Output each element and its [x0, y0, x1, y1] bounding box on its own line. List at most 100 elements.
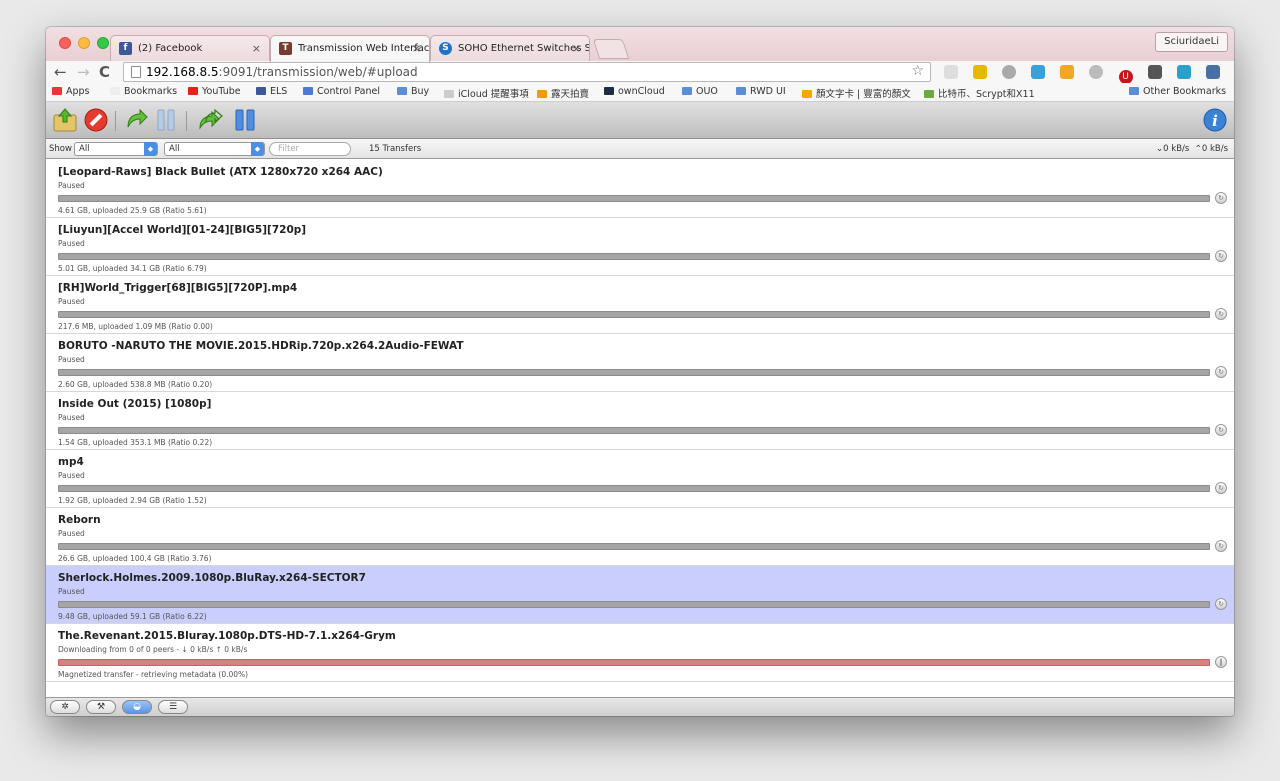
torrent-row[interactable]: Inside Out (2015) [1080p] Paused ↻ 1.54 GB,… — [46, 392, 1234, 450]
bookmarks-bar: Apps Bookmarks YouTube ELS Control Panel… — [46, 83, 1234, 102]
bookmark-bitcoin[interactable]: 比特币、Scrypt和X11 — [924, 86, 1035, 100]
resume-all-icon[interactable] — [198, 107, 224, 133]
bookmark-star-icon[interactable]: ☆ — [911, 63, 924, 79]
resume-icon[interactable]: ↻ — [1215, 482, 1227, 494]
torrent-row[interactable]: [Liuyun][Accel World][01-24][BIG5][720p]… — [46, 218, 1234, 276]
icloud-icon — [444, 90, 454, 98]
progress-bar — [58, 485, 1210, 492]
bookmark-control-panel[interactable]: Control Panel — [303, 86, 380, 97]
resume-icon[interactable]: ↻ — [1215, 598, 1227, 610]
ruten-icon — [537, 90, 547, 98]
resume-icon[interactable]: ↻ — [1215, 366, 1227, 378]
pause-selected-icon[interactable] — [153, 107, 179, 133]
address-bar[interactable]: 192.168.8.5:9091/transmission/web/#uploa… — [123, 62, 931, 82]
bookmark-rwd-ui[interactable]: RWD UI — [736, 86, 786, 97]
torrent-row[interactable]: Reborn Paused ↻ 26.6 GB, uploaded 100.4 GB … — [46, 508, 1234, 566]
transfer-count: 15 Transfers — [369, 144, 422, 154]
close-icon[interactable]: × — [412, 42, 421, 55]
new-tab-button[interactable] — [592, 39, 630, 59]
torrent-name: BORUTO -NARUTO THE MOVIE.2015.HDRip.720p… — [58, 340, 464, 352]
bookmark-ouo[interactable]: OUO — [682, 86, 718, 97]
bookmark-icloud[interactable]: iCloud 提醒事項 — [444, 86, 529, 100]
open-torrent-icon[interactable] — [52, 107, 78, 133]
ublock-icon[interactable]: U — [1118, 70, 1133, 84]
torrent-row[interactable]: BORUTO -NARUTO THE MOVIE.2015.HDRip.720p… — [46, 334, 1234, 392]
browser-window: f (2) Facebook × T Transmission Web Inte… — [46, 27, 1234, 716]
extension-icon[interactable] — [973, 65, 988, 79]
reload-icon[interactable]: C — [99, 63, 110, 81]
bookmark-owncloud[interactable]: ownCloud — [604, 86, 665, 97]
close-icon[interactable]: × — [572, 42, 581, 55]
extension-icon[interactable] — [1176, 65, 1191, 79]
extension-icon[interactable] — [1089, 65, 1104, 79]
turtle-mode-icon[interactable]: ◒ — [122, 700, 152, 714]
forward-icon[interactable]: → — [77, 63, 90, 81]
filter-input[interactable]: Filter — [269, 142, 351, 156]
tab-facebook[interactable]: f (2) Facebook × — [110, 35, 270, 61]
upload-arrow-icon: ⌃ — [1194, 144, 1202, 154]
torrent-status: Paused — [58, 239, 85, 248]
bookmark-apps[interactable]: Apps — [52, 86, 90, 97]
bookmark-ruten[interactable]: 露天拍賣 — [537, 86, 589, 100]
bookmark-youtube[interactable]: YouTube — [188, 86, 241, 97]
bookmark-bookmarks[interactable]: Bookmarks — [110, 86, 177, 97]
bottom-bar: ✲ ⚒ ◒ ☰ — [46, 697, 1234, 716]
torrent-info: 9.48 GB, uploaded 59.1 GB (Ratio 6.22) — [58, 612, 207, 621]
torrent-name: Sherlock.Holmes.2009.1080p.BluRay.x264-S… — [58, 572, 366, 584]
tab-soho[interactable]: S SOHO Ethernet Switches S × — [430, 35, 590, 61]
extension-icon[interactable] — [1031, 65, 1046, 79]
preferences-wrench-icon[interactable]: ⚒ — [86, 700, 116, 714]
extension-icon[interactable] — [1147, 65, 1162, 79]
compact-view-icon[interactable]: ☰ — [158, 700, 188, 714]
torrent-row[interactable]: The.Revenant.2015.Bluray.1080p.DTS-HD-7.… — [46, 624, 1234, 682]
resume-icon[interactable]: ↻ — [1215, 250, 1227, 262]
bookmark-kaomoji[interactable]: 顏文字卡 | 豐富的顏文 — [802, 86, 911, 100]
url-host: 192.168.8.5 — [146, 65, 219, 79]
extension-icon[interactable] — [944, 65, 958, 79]
torrent-row[interactable]: mp4 Paused ↻ 1.92 GB, uploaded 2.94 GB (Rat… — [46, 450, 1234, 508]
torrent-name: [Leopard-Raws] Black Bullet (ATX 1280x72… — [58, 166, 383, 178]
bookmark-other[interactable]: Other Bookmarks — [1129, 86, 1226, 97]
resume-selected-icon[interactable] — [124, 107, 150, 133]
pause-all-icon[interactable] — [232, 107, 258, 133]
close-icon[interactable]: × — [252, 42, 261, 55]
bookmark-els[interactable]: ELS — [256, 86, 287, 97]
zoom-window-button[interactable] — [97, 37, 109, 49]
torrent-info: 26.6 GB, uploaded 100.4 GB (Ratio 3.76) — [58, 554, 212, 563]
remove-torrent-icon[interactable] — [83, 107, 109, 133]
tab-transmission[interactable]: T Transmission Web Interface × — [270, 35, 430, 62]
camera-icon[interactable] — [1205, 65, 1220, 79]
progress-bar — [58, 311, 1210, 318]
facebook-icon — [256, 87, 266, 95]
torrent-row[interactable]: [RH]World_Trigger[68][BIG5][720P].mp4 Pau… — [46, 276, 1234, 334]
bookmark-buy[interactable]: Buy — [397, 86, 429, 97]
kaomoji-icon — [802, 90, 812, 98]
back-icon[interactable]: ← — [54, 63, 67, 81]
tab-label: SOHO Ethernet Switches S — [458, 43, 590, 54]
torrent-row[interactable]: [Leopard-Raws] Black Bullet (ATX 1280x72… — [46, 160, 1234, 218]
torrent-info: Magnetized transfer - retrieving metadat… — [58, 670, 249, 679]
folder-icon — [682, 87, 692, 95]
toolbar-separator — [186, 111, 187, 131]
transmission-toolbar: i — [46, 102, 1234, 139]
folder-icon — [110, 87, 120, 95]
tracker-filter-select[interactable]: All ◆ — [164, 142, 265, 156]
pause-icon[interactable]: ‖ — [1215, 656, 1227, 668]
resume-icon[interactable]: ↻ — [1215, 424, 1227, 436]
resume-icon[interactable]: ↻ — [1215, 192, 1227, 204]
torrent-row[interactable]: Sherlock.Holmes.2009.1080p.BluRay.x264-S… — [46, 566, 1234, 624]
torrent-status: Paused — [58, 413, 85, 422]
info-icon[interactable]: i — [1202, 107, 1228, 133]
resume-icon[interactable]: ↻ — [1215, 540, 1227, 552]
extension-icon[interactable] — [1002, 65, 1017, 79]
show-label: Show — [49, 144, 72, 154]
extension-icon[interactable] — [1060, 65, 1075, 79]
profile-button[interactable]: SciuridaeLi — [1155, 32, 1228, 52]
settings-gear-icon[interactable]: ✲ — [50, 700, 80, 714]
resume-icon[interactable]: ↻ — [1215, 308, 1227, 320]
speed-indicator: ⌄0 kB/s ⌃0 kB/s — [1156, 144, 1228, 154]
toolbar-separator — [115, 111, 116, 131]
minimize-window-button[interactable] — [78, 37, 90, 49]
state-filter-select[interactable]: All ◆ — [74, 142, 158, 156]
close-window-button[interactable] — [59, 37, 71, 49]
